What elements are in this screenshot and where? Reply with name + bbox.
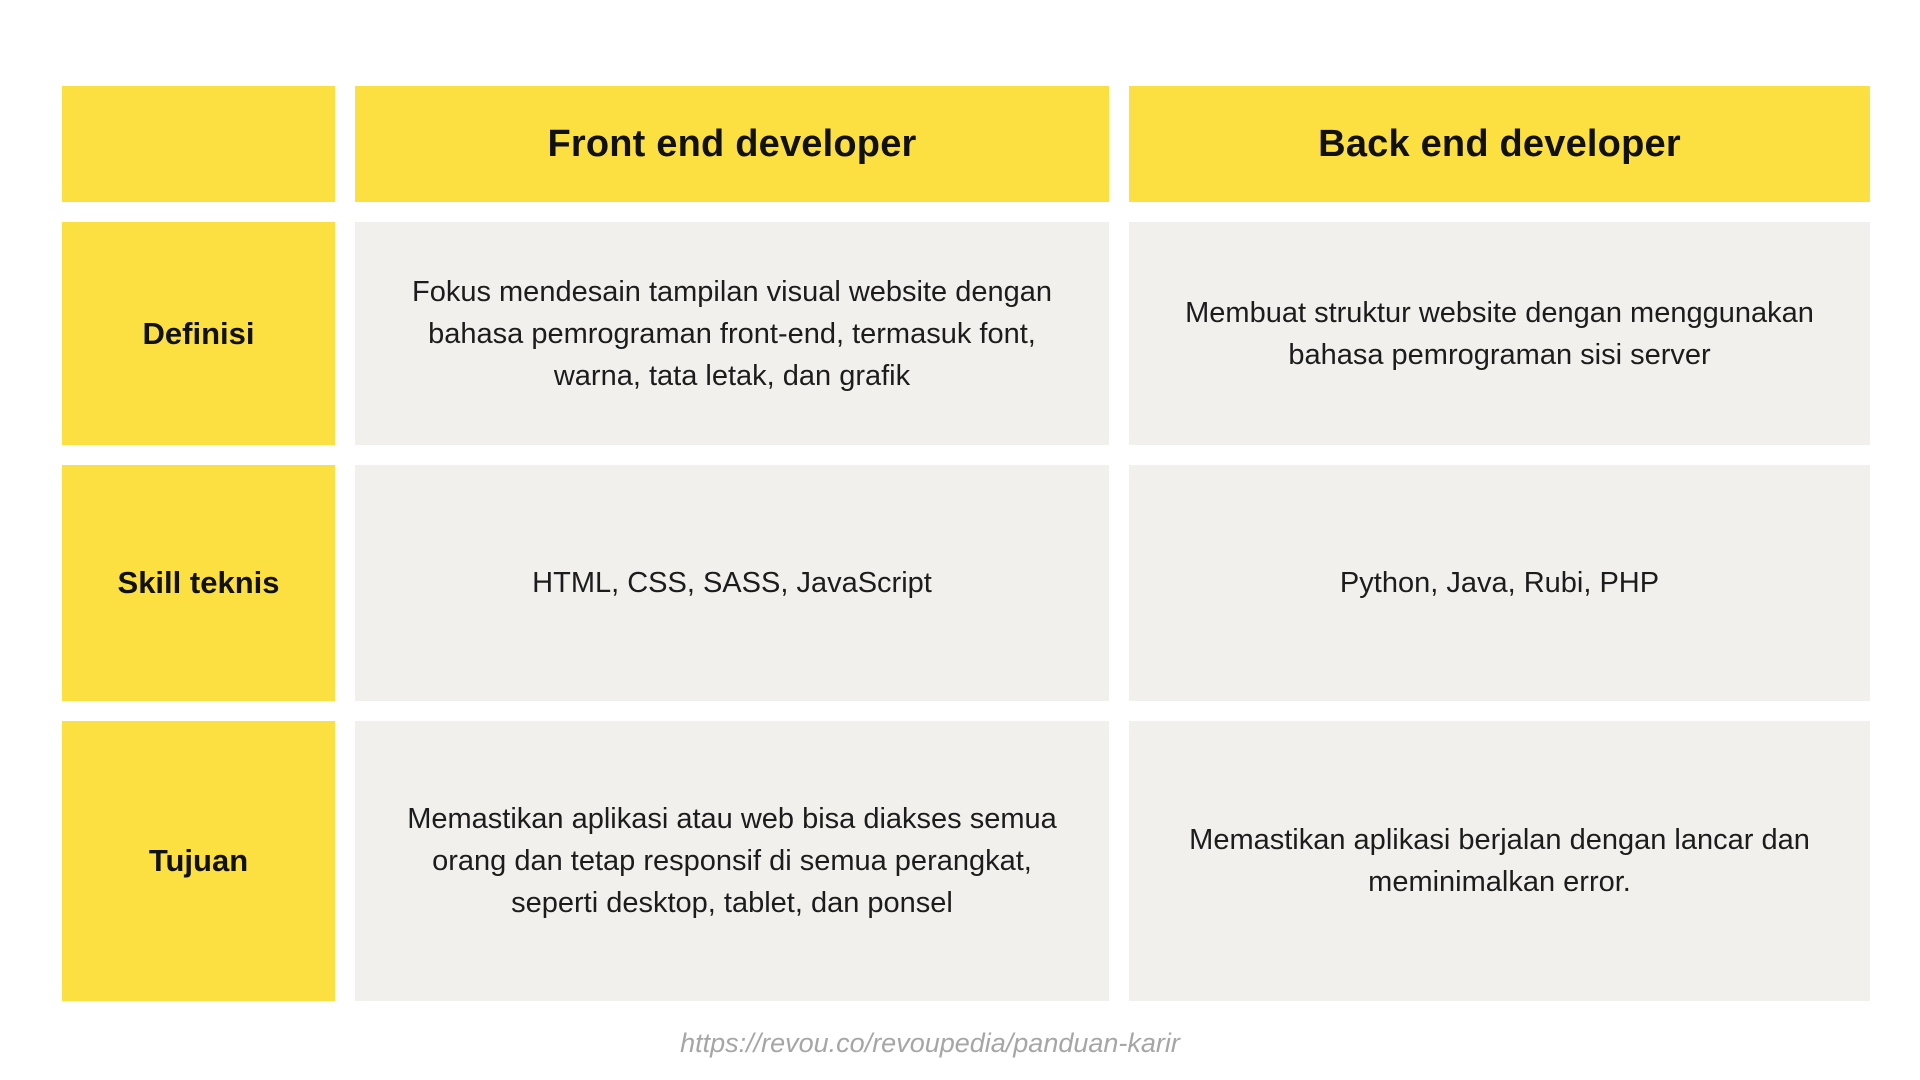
cell-skill-front-end: HTML, CSS, SASS, JavaScript (355, 465, 1109, 701)
cell-tujuan-back-end: Memastikan aplikasi berjalan dengan lanc… (1129, 721, 1870, 1001)
cell-text: Membuat struktur website dengan mengguna… (1185, 296, 1814, 371)
cell-tujuan-front-end: Memastikan aplikasi atau web bisa diakse… (355, 721, 1109, 1001)
header-front-end: Front end developer (355, 86, 1109, 202)
row-label-text: Skill teknis (117, 565, 280, 600)
row-label-text: Tujuan (148, 843, 249, 878)
cell-definisi-back-end: Membuat struktur website dengan mengguna… (1129, 222, 1870, 445)
cell-text: Python, Java, Rubi, PHP (1339, 567, 1660, 599)
header-back-end-label: Back end developer (1318, 122, 1681, 165)
source-url: https://revou.co/revoupedia/panduan-kari… (680, 1028, 1180, 1058)
cell-text: Fokus mendesain tampilan visual website … (412, 275, 1052, 392)
cell-definisi-front-end: Fokus mendesain tampilan visual website … (355, 222, 1109, 445)
table-corner-cell (62, 86, 335, 202)
row-label-definisi: Definisi (62, 222, 335, 445)
comparison-table: Front end developer Back end developer D… (62, 86, 1870, 1001)
row-label-tujuan: Tujuan (62, 721, 335, 1001)
header-front-end-label: Front end developer (547, 122, 917, 165)
cell-skill-back-end: Python, Java, Rubi, PHP (1129, 465, 1870, 701)
row-label-text: Definisi (142, 315, 255, 351)
cell-text: Memastikan aplikasi atau web bisa diakse… (407, 803, 1057, 919)
row-label-skill-teknis: Skill teknis (62, 465, 335, 701)
cell-text: HTML, CSS, SASS, JavaScript (532, 567, 932, 599)
header-back-end: Back end developer (1129, 86, 1870, 202)
cell-text: Memastikan aplikasi berjalan dengan lanc… (1189, 824, 1810, 898)
